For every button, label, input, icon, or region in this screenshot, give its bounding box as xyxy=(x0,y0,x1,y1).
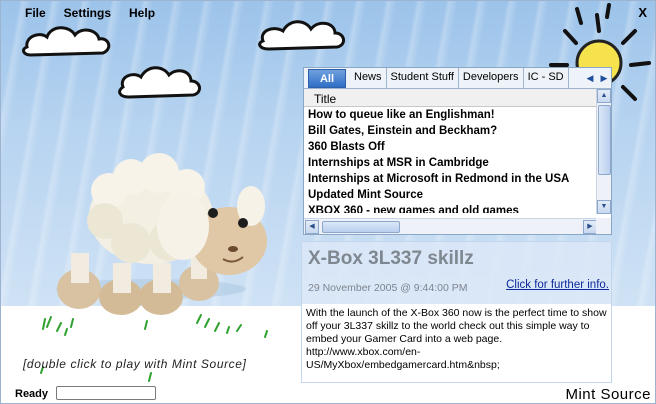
article-body: With the launch of the X-Box 360 now is … xyxy=(302,304,611,382)
feed-list: How to queue like an Englishman! Bill Ga… xyxy=(308,107,598,213)
menu-file[interactable]: File xyxy=(25,6,46,20)
app-window: File Settings Help X All News Student St… xyxy=(0,0,656,404)
list-item[interactable]: Updated Mint Source xyxy=(308,187,598,203)
sheep-mascot-icon xyxy=(56,153,267,315)
cloud-icon xyxy=(258,20,345,51)
close-button[interactable]: X xyxy=(638,5,647,20)
tab-news[interactable]: News xyxy=(350,68,387,88)
feed-panel: All News Student Stuff Developers IC - S… xyxy=(303,67,612,235)
tab-scroll-left-icon[interactable]: ◀ xyxy=(583,68,597,88)
brand-logo-text: Mint Source xyxy=(565,386,651,403)
vertical-scrollbar[interactable]: ▲ ▼ xyxy=(596,89,611,214)
list-item[interactable]: 360 Blasts Off xyxy=(308,139,598,155)
tab-all[interactable]: All xyxy=(308,69,346,88)
play-hint-caption: [double click to play with Mint Source] xyxy=(23,357,247,371)
vertical-scroll-thumb[interactable] xyxy=(598,105,611,175)
horizontal-scrollbar[interactable]: ◀ ▶ xyxy=(304,218,598,234)
cloud-icon xyxy=(22,26,111,57)
scroll-corner xyxy=(596,218,611,234)
further-info-link[interactable]: Click for further info. xyxy=(506,279,609,291)
article-preview: X-Box 3L337 skillz 29 November 2005 @ 9:… xyxy=(301,241,612,383)
feed-tabs: All News Student Stuff Developers IC - S… xyxy=(304,68,611,89)
list-item[interactable]: Bill Gates, Einstein and Beckham? xyxy=(308,123,598,139)
tab-developers[interactable]: Developers xyxy=(459,68,524,88)
menu-help[interactable]: Help xyxy=(129,6,155,20)
article-title: X-Box 3L337 skillz xyxy=(308,248,474,269)
tab-student-stuff[interactable]: Student Stuff xyxy=(387,68,459,88)
tab-scroll-buttons: ◀ ▶ xyxy=(583,68,611,88)
scroll-right-icon[interactable]: ▶ xyxy=(583,220,597,234)
progress-bar xyxy=(56,386,156,400)
cloud-icon xyxy=(118,66,201,99)
list-item[interactable]: XBOX 360 - new games and old games xyxy=(308,203,598,213)
menu-settings[interactable]: Settings xyxy=(64,6,111,20)
list-item[interactable]: How to queue like an Englishman! xyxy=(308,107,598,123)
grass-icon xyxy=(40,314,268,382)
status-text: Ready xyxy=(15,388,49,400)
list-item[interactable]: Internships at Microsoft in Redmond in t… xyxy=(308,171,598,187)
menu-bar: File Settings Help xyxy=(25,6,155,20)
tab-scroll-right-icon[interactable]: ▶ xyxy=(597,68,611,88)
scroll-left-icon[interactable]: ◀ xyxy=(305,220,319,234)
horizontal-scroll-thumb[interactable] xyxy=(322,221,400,233)
scroll-down-icon[interactable]: ▼ xyxy=(597,200,611,214)
article-date: 29 November 2005 @ 9:44:00 PM xyxy=(308,282,468,294)
tab-ic-sd[interactable]: IC - SD xyxy=(524,68,569,88)
list-item[interactable]: Internships at MSR in Cambridge xyxy=(308,155,598,171)
scroll-up-icon[interactable]: ▲ xyxy=(597,89,611,103)
column-header-title[interactable]: Title xyxy=(304,89,598,107)
